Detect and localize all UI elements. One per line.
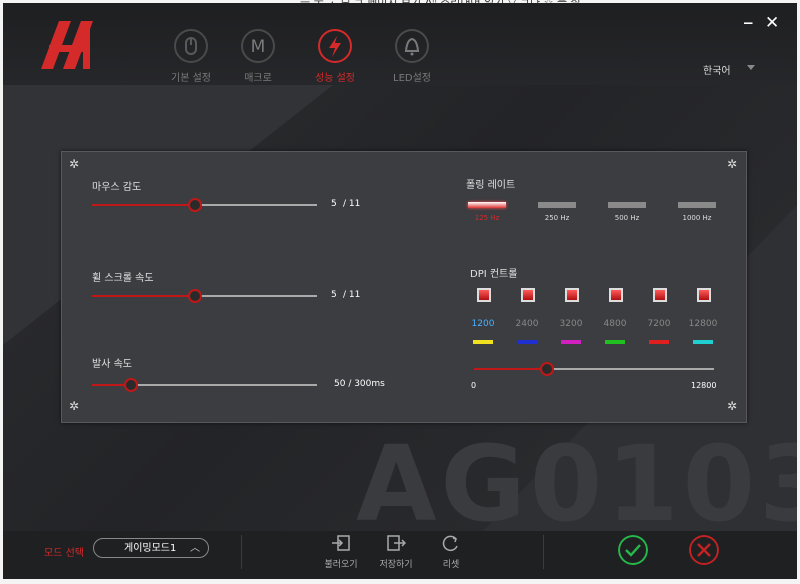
wheel-scroll-speed-value: 5: [331, 290, 337, 300]
dpi-control-label: DPI 컨트롤: [470, 269, 518, 280]
dpi-checkbox[interactable]: [565, 288, 579, 302]
close-button[interactable]: ✕: [765, 13, 779, 33]
slider-thumb[interactable]: [540, 362, 554, 376]
dpi-color-swatch[interactable]: [605, 340, 625, 344]
logo: [41, 21, 93, 69]
dpi-value[interactable]: 1200: [466, 319, 500, 329]
dpi-slider[interactable]: [474, 362, 714, 376]
wheel-scroll-speed-label: 휠 스크롤 속도: [92, 273, 154, 284]
polling-rate-option-label: 500 Hz: [614, 214, 640, 222]
firing-speed-label: 발사 속도: [92, 359, 132, 370]
polling-rate-bar: [538, 202, 576, 208]
dpi-slider-min: 0: [471, 381, 477, 390]
wheel-scroll-speed-max: / 11: [343, 290, 361, 300]
tab-label: 매크로: [244, 73, 272, 84]
macro-m-icon: M: [241, 29, 275, 63]
performance-panel: ✲ ✲ ✲ ✲ 마우스 감도 5 / 11 휠 스크롤 속도 5 / 11 발사…: [61, 151, 747, 423]
polling-rate-500[interactable]: 500 Hz: [608, 202, 646, 222]
mouse-sensitivity-label: 마우스 감도: [92, 182, 142, 193]
app-window: 기본 설정 M 매크로 성능 설정 LED설정 _ ✕ 한국어 AG0103 ✲…: [3, 3, 797, 579]
svg-text:M: M: [251, 37, 266, 57]
dpi-color-swatch[interactable]: [473, 340, 493, 344]
slider-thumb[interactable]: [188, 289, 203, 303]
tab-led-settings[interactable]: LED설정: [372, 29, 452, 84]
polling-rate-bar: [678, 202, 716, 208]
dpi-value[interactable]: 12800: [686, 319, 720, 329]
mouse-sensitivity-slider[interactable]: [92, 198, 317, 212]
screw-icon: ✲: [68, 399, 80, 413]
dpi-color-swatch[interactable]: [693, 340, 713, 344]
slider-fill: [474, 368, 546, 370]
check-icon[interactable]: [618, 535, 648, 565]
import-label: 불러오기: [324, 560, 358, 570]
language-select[interactable]: 한국어: [703, 62, 731, 77]
polling-rate-bar: [468, 202, 506, 208]
chevron-up-icon: ︿: [190, 543, 200, 554]
mouse-sensitivity-value: 5: [331, 199, 337, 209]
mode-select-label: 모드 선택: [44, 548, 84, 559]
firing-speed-slider[interactable]: [92, 378, 317, 392]
slider-fill: [92, 295, 195, 297]
chevron-down-icon[interactable]: [747, 65, 755, 70]
polling-rate-option-label: 250 Hz: [544, 214, 570, 222]
top-bar: 기본 설정 M 매크로 성능 설정 LED설정 _ ✕ 한국어: [3, 3, 797, 85]
slider-thumb[interactable]: [188, 198, 203, 212]
dpi-checkbox[interactable]: [609, 288, 623, 302]
lightning-icon: [318, 29, 352, 63]
cancel-icon[interactable]: [689, 535, 719, 565]
slider-fill: [92, 204, 195, 206]
dpi-value[interactable]: 4800: [598, 319, 632, 329]
mouse-sensitivity-max: / 11: [343, 199, 361, 209]
dpi-slider-max: 12800: [691, 381, 717, 390]
dpi-color-swatch[interactable]: [517, 340, 537, 344]
save-button[interactable]: 저장하기: [376, 534, 416, 570]
dpi-checkbox[interactable]: [653, 288, 667, 302]
dpi-value[interactable]: 3200: [554, 319, 588, 329]
import-icon: [332, 535, 350, 551]
polling-rate-125[interactable]: 125 Hz: [468, 202, 506, 222]
tab-label: LED설정: [393, 73, 431, 84]
tab-label: 성능 설정: [315, 73, 355, 84]
dpi-value[interactable]: 2400: [510, 319, 544, 329]
dpi-checkbox[interactable]: [697, 288, 711, 302]
polling-rate-label: 폴링 레이트: [466, 180, 516, 191]
polling-rate-bar: [608, 202, 646, 208]
reset-button[interactable]: 리셋: [431, 534, 471, 570]
polling-rate-option-label: 125 Hz: [474, 214, 500, 222]
mouse-icon: [174, 29, 208, 63]
minimize-button[interactable]: _: [744, 5, 753, 25]
mode-select-dropdown[interactable]: 게이밍모드1 ︿: [93, 538, 209, 558]
import-button[interactable]: 불러오기: [321, 534, 361, 570]
save-label: 저장하기: [379, 560, 413, 570]
dpi-checkbox[interactable]: [477, 288, 491, 302]
reset-icon: [442, 535, 458, 552]
dpi-color-swatch[interactable]: [649, 340, 669, 344]
bell-icon: [395, 29, 429, 63]
model-watermark: AG0103: [356, 423, 797, 531]
mode-select-value: 게이밍모드1: [124, 543, 177, 554]
screw-icon: ✲: [68, 157, 80, 171]
divider: [241, 535, 242, 569]
export-icon: [387, 535, 407, 551]
slider-thumb[interactable]: [124, 378, 139, 392]
divider: [543, 535, 544, 569]
firing-speed-value: 50 / 300ms: [334, 379, 385, 389]
dpi-checkbox[interactable]: [521, 288, 535, 302]
polling-rate-1000[interactable]: 1000 Hz: [678, 202, 716, 222]
screw-icon: ✲: [726, 157, 738, 171]
screw-icon: ✲: [726, 399, 738, 413]
reset-label: 리셋: [442, 560, 460, 570]
dpi-value[interactable]: 7200: [642, 319, 676, 329]
wheel-scroll-speed-slider[interactable]: [92, 289, 317, 303]
polling-rate-250[interactable]: 250 Hz: [538, 202, 576, 222]
polling-rate-option-label: 1000 Hz: [682, 214, 712, 222]
tab-macro[interactable]: M 매크로: [218, 29, 298, 84]
dpi-color-swatch[interactable]: [561, 340, 581, 344]
tab-performance-settings[interactable]: 성능 설정: [295, 29, 375, 84]
